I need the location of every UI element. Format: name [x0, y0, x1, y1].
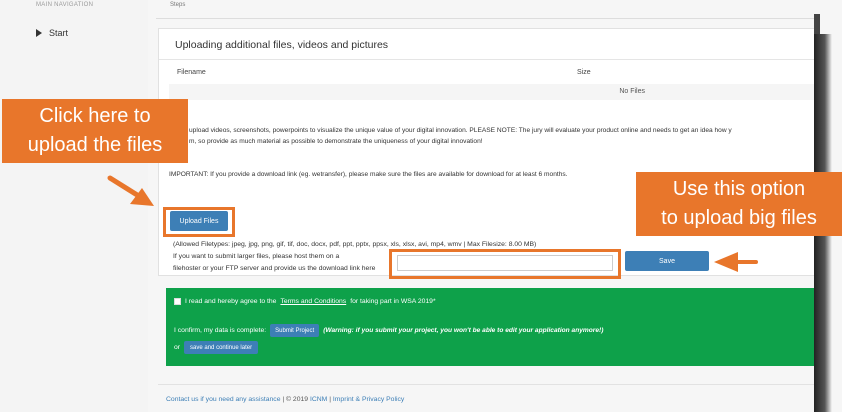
description-line: m, so provide as much material as possib… [189, 138, 483, 145]
sidebar-item-start[interactable]: Start [36, 28, 68, 38]
submit-warning: (Warning: if you submit your project, yo… [323, 327, 604, 334]
copyright: © 2019 [286, 396, 309, 403]
terms-link[interactable]: Terms and Conditions [280, 298, 346, 305]
terms-agreement: I read and hereby agree to the Terms and… [174, 298, 436, 305]
larger-files-note: If you want to submit larger files, plea… [173, 253, 340, 260]
upload-description: upload videos, screenshots, powerpoints … [189, 125, 815, 147]
column-header-filename: Filename [177, 69, 206, 76]
footer-divider [158, 384, 814, 385]
card-title: Uploading additional files, videos and p… [175, 39, 389, 51]
imprint-link[interactable]: Imprint & Privacy Policy [333, 396, 404, 403]
card-divider [159, 59, 815, 60]
confirm-row: I confirm, my data is complete: Submit P… [174, 324, 603, 337]
terms-checkbox[interactable] [174, 298, 181, 305]
save-and-continue-button[interactable]: save and continue later [184, 341, 259, 354]
breadcrumb[interactable]: Steps [170, 2, 185, 8]
play-triangle-icon [36, 29, 42, 37]
or-text: or [174, 344, 181, 351]
footer: Contact us if you need any assistance | … [166, 396, 404, 403]
table-row: No Files [169, 84, 815, 100]
upload-callout: Click here to upload the files [2, 99, 188, 163]
contact-link[interactable]: Contact us if you need any assistance [166, 396, 280, 403]
upload-files-button[interactable]: Upload Files [170, 211, 228, 231]
callout-line: Use this option [672, 178, 806, 200]
callout-line: upload the files [27, 134, 163, 156]
footer-separator: | [329, 396, 331, 403]
header-divider [156, 18, 816, 19]
footer-separator: | [282, 396, 285, 403]
big-files-callout: Use this option to upload big files [636, 172, 842, 236]
download-link-input[interactable] [397, 255, 613, 271]
allowed-filetypes: (Allowed Filetypes: jpeg, jpg, png, gif,… [173, 241, 537, 248]
description-line: upload videos, screenshots, powerpoints … [189, 127, 732, 134]
sidebar-title: MAIN NAVIGATION [36, 2, 94, 8]
callout-line: Click here to [39, 105, 151, 127]
empty-table-text: No Files [619, 88, 645, 95]
sidebar: MAIN NAVIGATION Start [0, 0, 148, 412]
confirm-text: I confirm, my data is complete: [174, 327, 267, 334]
submit-section: I read and hereby agree to the Terms and… [166, 288, 814, 366]
submit-project-button[interactable]: Submit Project [270, 324, 320, 337]
larger-files-note: filehoster or your FTP server and provid… [173, 265, 376, 272]
icnm-link[interactable]: ICNM [310, 396, 327, 403]
agree-suffix: for taking part in WSA 2019* [350, 298, 436, 305]
agree-prefix: I read and hereby agree to the [185, 298, 277, 305]
save-button[interactable]: Save [625, 251, 709, 271]
important-note: IMPORTANT: If you provide a download lin… [169, 171, 568, 178]
callout-line: to upload big files [661, 207, 817, 229]
upload-card: Uploading additional files, videos and p… [158, 28, 816, 279]
or-row: or save and continue later [174, 341, 259, 354]
sidebar-item-label: Start [49, 28, 69, 38]
column-header-size: Size [577, 69, 591, 76]
